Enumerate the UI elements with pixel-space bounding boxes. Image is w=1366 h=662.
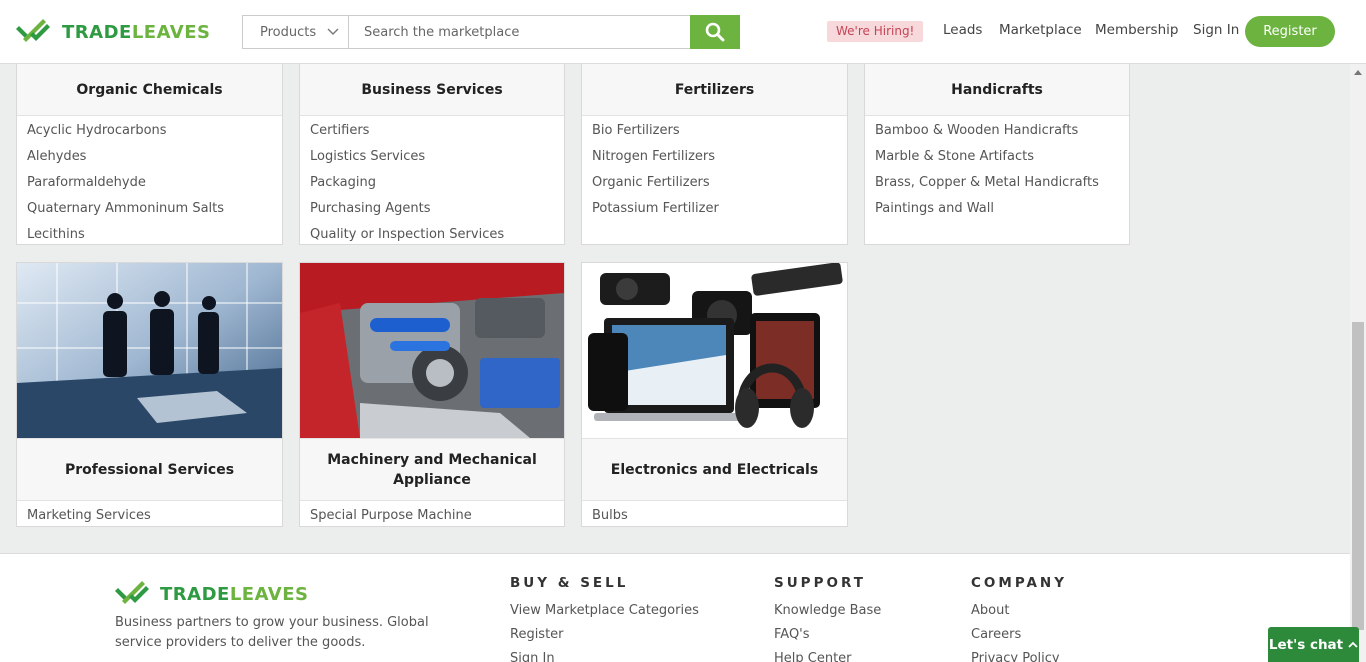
nav-marketplace[interactable]: Marketplace <box>999 22 1082 38</box>
category-select-value: Products <box>260 24 317 40</box>
footer-link[interactable]: Help Center <box>774 651 852 662</box>
category-card-machinery: Machinery and Mechanical Appliance Speci… <box>299 262 565 527</box>
list-item[interactable]: Packaging <box>310 170 554 196</box>
category-title[interactable]: Electronics and Electricals <box>582 438 847 501</box>
chevron-down-icon <box>327 28 339 35</box>
category-title[interactable]: Fertilizers <box>582 55 847 116</box>
category-title[interactable]: Handicrafts <box>865 55 1129 116</box>
chevron-up-icon <box>1348 641 1358 648</box>
category-card-electronics: Electronics and Electricals Bulbs <box>581 262 848 527</box>
site-logo[interactable]: TRADELEAVES <box>16 19 210 45</box>
search-input[interactable] <box>349 16 690 48</box>
leaf-logo-icon <box>115 581 149 604</box>
footer-link[interactable]: Privacy Policy <box>971 651 1060 662</box>
register-button[interactable]: Register <box>1245 16 1335 47</box>
subcategory-list: Bulbs <box>582 501 847 531</box>
nav-sign-in[interactable]: Sign In <box>1193 22 1239 38</box>
footer-heading-company: COMPANY <box>971 575 1067 591</box>
footer-link[interactable]: Careers <box>971 627 1021 642</box>
brand-leaves: LEAVES <box>131 21 211 43</box>
list-item[interactable]: Acyclic Hydrocarbons <box>27 118 272 144</box>
page-scrollbar[interactable] <box>1350 64 1366 662</box>
site-header: TRADELEAVES Products We're Hiring! Leads… <box>0 0 1366 64</box>
category-card-fertilizers: Fertilizers Bio Fertilizers Nitrogen Fer… <box>581 54 848 245</box>
footer-link[interactable]: FAQ's <box>774 627 810 642</box>
list-item[interactable]: Bio Fertilizers <box>592 118 837 144</box>
subcategory-list: Marketing Services <box>17 501 282 531</box>
search-bar: Products <box>242 15 740 49</box>
list-item[interactable]: Alehydes <box>27 144 272 170</box>
hiring-badge[interactable]: We're Hiring! <box>827 21 924 42</box>
nav-membership[interactable]: Membership <box>1095 22 1178 38</box>
category-title[interactable]: Machinery and Mechanical Appliance <box>300 438 564 501</box>
footer-link[interactable]: Sign In <box>510 651 555 662</box>
list-item[interactable]: Purchasing Agents <box>310 196 554 222</box>
footer-link[interactable]: About <box>971 603 1009 618</box>
brand-leaves: LEAVES <box>229 583 309 605</box>
list-item[interactable]: Quaternary Ammoninum Salts <box>27 196 272 222</box>
scroll-up-arrow-icon[interactable] <box>1354 70 1362 75</box>
subcategory-list: Certifiers Logistics Services Packaging … <box>300 116 564 250</box>
footer-link[interactable]: View Marketplace Categories <box>510 603 699 618</box>
chat-widget-button[interactable]: Let's chat <box>1268 627 1359 662</box>
list-item[interactable]: Paintings and Wall <box>875 196 1119 222</box>
list-item[interactable]: Quality or Inspection Services <box>310 222 554 248</box>
list-item[interactable]: Potassium Fertilizer <box>592 196 837 222</box>
professional-services-image[interactable] <box>17 263 282 438</box>
category-title[interactable]: Organic Chemicals <box>17 55 282 116</box>
search-icon <box>705 22 725 42</box>
list-item[interactable]: Bulbs <box>592 503 837 529</box>
chat-label: Let's chat <box>1268 636 1344 653</box>
nav-leads[interactable]: Leads <box>943 22 982 38</box>
subcategory-list: Special Purpose Machine <box>300 501 564 531</box>
footer-link[interactable]: Register <box>510 627 564 642</box>
list-item[interactable]: Marketing Services <box>27 503 272 529</box>
site-footer: TRADELEAVES Business partners to grow yo… <box>0 553 1350 662</box>
subcategory-list: Acyclic Hydrocarbons Alehydes Paraformal… <box>17 116 282 250</box>
category-select[interactable]: Products <box>243 16 349 48</box>
footer-link[interactable]: Knowledge Base <box>774 603 881 618</box>
electronics-image[interactable] <box>582 263 847 438</box>
list-item[interactable]: Special Purpose Machine <box>310 503 554 529</box>
list-item[interactable]: Marble & Stone Artifacts <box>875 144 1119 170</box>
list-item[interactable]: Brass, Copper & Metal Handicrafts <box>875 170 1119 196</box>
list-item[interactable]: Organic Fertilizers <box>592 170 837 196</box>
footer-description: Business partners to grow your business.… <box>115 615 429 650</box>
list-item[interactable]: Logistics Services <box>310 144 554 170</box>
category-card-handicrafts: Handicrafts Bamboo & Wooden Handicrafts … <box>864 54 1130 245</box>
category-card-business-services: Business Services Certifiers Logistics S… <box>299 54 565 245</box>
brand-trade: TRADE <box>160 583 230 605</box>
category-title[interactable]: Professional Services <box>17 438 282 501</box>
footer-logo[interactable]: TRADELEAVES <box>115 581 308 607</box>
scrollbar-thumb[interactable] <box>1352 322 1364 630</box>
leaf-logo-icon <box>16 19 50 42</box>
search-button[interactable] <box>690 15 740 49</box>
brand-trade: TRADE <box>62 21 132 43</box>
list-item[interactable]: Nitrogen Fertilizers <box>592 144 837 170</box>
footer-heading-buy-sell: BUY & SELL <box>510 575 629 591</box>
subcategory-list: Bio Fertilizers Nitrogen Fertilizers Org… <box>582 116 847 224</box>
list-item[interactable]: Paraformaldehyde <box>27 170 272 196</box>
category-card-professional-services: Professional Services Marketing Services <box>16 262 283 527</box>
list-item[interactable]: Lecithins <box>27 222 272 248</box>
category-card-organic-chemicals: Organic Chemicals Acyclic Hydrocarbons A… <box>16 54 283 245</box>
machinery-image[interactable] <box>300 263 564 438</box>
footer-heading-support: SUPPORT <box>774 575 866 591</box>
list-item[interactable]: Certifiers <box>310 118 554 144</box>
subcategory-list: Bamboo & Wooden Handicrafts Marble & Sto… <box>865 116 1129 224</box>
category-title[interactable]: Business Services <box>300 55 564 116</box>
list-item[interactable]: Bamboo & Wooden Handicrafts <box>875 118 1119 144</box>
